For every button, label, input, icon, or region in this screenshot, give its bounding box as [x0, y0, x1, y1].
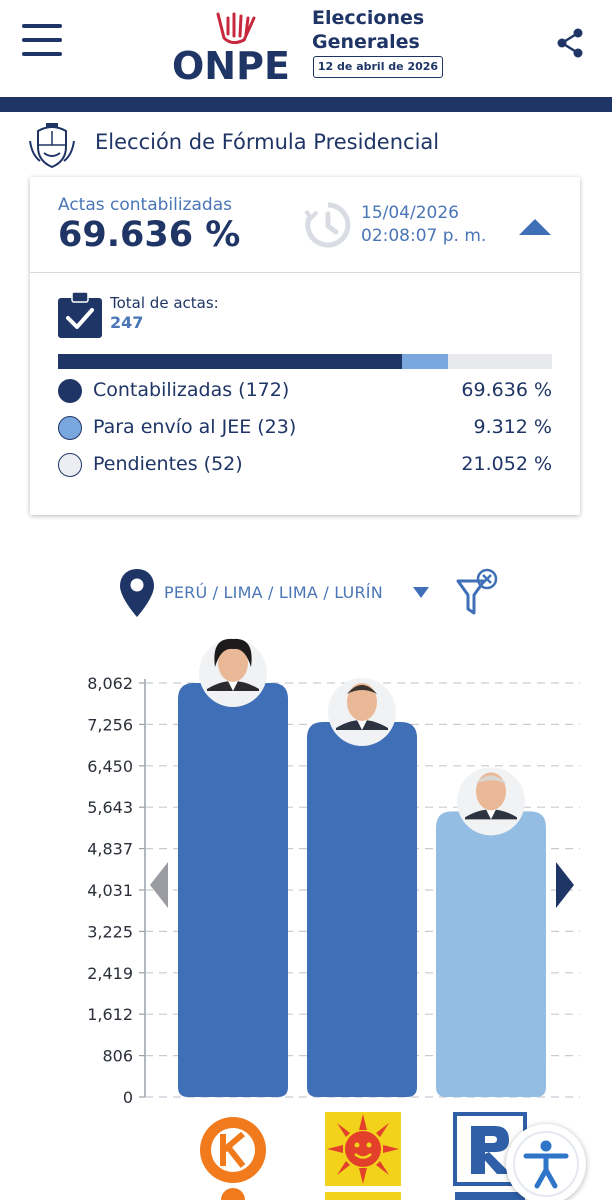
- clock-icon: [304, 202, 351, 248]
- election-date-badge: 12 de abril de 2026: [313, 56, 443, 78]
- accessibility-button[interactable]: [506, 1124, 586, 1200]
- header-divider-bar: [0, 97, 612, 112]
- party-logo-fuerza-popular[interactable]: [195, 1112, 271, 1200]
- y-tick-label: 5,643: [87, 798, 133, 817]
- chevron-down-icon[interactable]: [413, 587, 429, 599]
- update-timestamp: 15/04/2026 02:08:07 p. m.: [361, 202, 486, 248]
- menu-line: [22, 24, 62, 28]
- chevron-right-icon[interactable]: [554, 862, 574, 908]
- y-tick-label: 3,225: [87, 922, 133, 941]
- election-title-line1: Elecciones: [312, 7, 425, 29]
- legend-label: Pendientes (52): [93, 453, 243, 475]
- actas-progress-bar: [58, 354, 552, 369]
- bar-candidate-3[interactable]: [436, 811, 546, 1097]
- progress-segment-contabilizadas: [58, 354, 402, 369]
- menu-icon[interactable]: [22, 24, 62, 58]
- summary-card: Actas contabilizadas 69.636 % 15/04/2026…: [30, 177, 580, 515]
- onpe-hand-icon: [216, 12, 256, 45]
- y-tick-label: 7,256: [87, 715, 133, 734]
- party-logo-sun[interactable]: [325, 1112, 401, 1200]
- legend-dot: [58, 379, 82, 403]
- legend-percentage: 21.052 %: [461, 453, 552, 475]
- y-tick-label: 0: [123, 1088, 133, 1107]
- actas-percentage: 69.636 %: [58, 215, 241, 255]
- total-actas-label: Total de actas:: [110, 294, 219, 312]
- election-title-line2: Generales: [312, 31, 420, 53]
- results-bar-chart: 8,062 7,256 6,450 5,643 4,837 4,031 3,225 2,419…: [87, 638, 580, 1107]
- actas-label: Actas contabilizadas: [58, 195, 232, 215]
- party-k-icon: [200, 1117, 266, 1200]
- peru-shield-icon: [29, 123, 75, 169]
- location-breadcrumb[interactable]: PERÚ / LIMA / LIMA / LURÍN: [164, 583, 383, 602]
- progress-segment-pendientes: [448, 354, 552, 369]
- party-sun-icon: [325, 1112, 401, 1200]
- menu-line: [22, 38, 62, 42]
- legend-label: Para envío al JEE (23): [93, 416, 297, 438]
- legend-row-contabilizadas: Contabilizadas (172) 69.636 %: [58, 377, 552, 405]
- y-tick-label: 4,837: [87, 840, 133, 859]
- legend-percentage: 69.636 %: [461, 379, 552, 401]
- y-tick-label: 1,612: [87, 1005, 133, 1024]
- total-actas-value: 247: [110, 313, 144, 332]
- menu-line: [22, 52, 62, 56]
- legend-dot: [58, 416, 82, 440]
- bar-candidate-1[interactable]: [178, 683, 288, 1097]
- candidate-avatar-3: [457, 767, 525, 836]
- summary-card-header[interactable]: Actas contabilizadas 69.636 % 15/04/2026…: [30, 177, 580, 273]
- filter-clear-icon[interactable]: [455, 567, 501, 619]
- update-time: 02:08:07 p. m.: [361, 226, 487, 246]
- location-pin-icon: [120, 569, 154, 617]
- y-tick-label: 4,031: [87, 881, 133, 900]
- progress-segment-jee: [402, 354, 448, 369]
- accessibility-icon: [513, 1131, 579, 1197]
- candidate-avatar-2: [328, 677, 396, 746]
- y-tick-label: 806: [102, 1047, 133, 1066]
- share-icon[interactable]: [556, 28, 584, 58]
- y-tick-label: 8,062: [87, 674, 133, 693]
- update-date: 15/04/2026: [361, 203, 459, 223]
- section-title: Elección de Fórmula Presidencial: [95, 130, 440, 154]
- candidate-avatar-1: [199, 638, 267, 707]
- bar-candidate-2[interactable]: [307, 721, 417, 1097]
- legend-percentage: 9.312 %: [473, 416, 553, 438]
- onpe-logo[interactable]: ONPE: [172, 4, 302, 88]
- legend-dot: [58, 453, 82, 477]
- election-title: Elecciones Generales: [312, 6, 452, 54]
- logo-text: ONPE: [172, 44, 290, 88]
- collapse-arrow-icon[interactable]: [518, 217, 552, 237]
- legend-row-jee: Para envío al JEE (23) 9.312 %: [58, 414, 552, 442]
- check-clipboard-icon: [58, 292, 102, 338]
- app-header: ONPE Elecciones Generales 12 de abril de…: [0, 0, 612, 98]
- y-tick-label: 2,419: [87, 964, 133, 983]
- y-tick-label: 6,450: [87, 757, 133, 776]
- legend-row-pendientes: Pendientes (52) 21.052 %: [58, 451, 552, 479]
- legend-label: Contabilizadas (172): [93, 379, 290, 401]
- chevron-left-icon[interactable]: [150, 862, 170, 908]
